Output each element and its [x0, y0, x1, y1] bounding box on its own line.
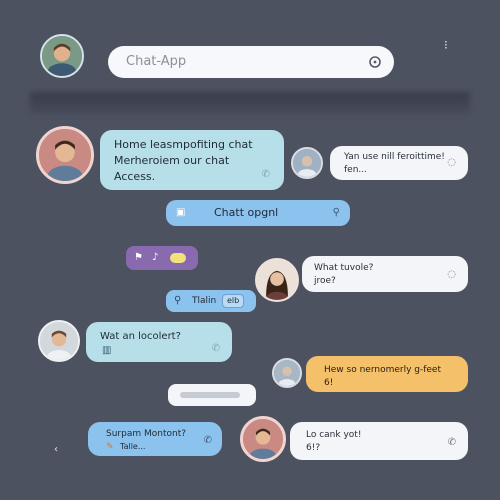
message-text-line: Lo cank yot! [306, 430, 362, 440]
call-icon[interactable]: ✆ [212, 342, 220, 356]
audio-icon: ♪ [152, 252, 159, 263]
message-bubble[interactable]: Hew so nernomerly g-feet 6! [306, 356, 468, 392]
message-text-line: Merheroiem our chat [114, 154, 230, 167]
message-bubble[interactable]: Wat an locolert? ▥ ✆ [86, 322, 232, 362]
message-bubble[interactable]: Surpam Montont? ✎ Talle... ✆ [88, 422, 222, 456]
call-icon[interactable]: ✆ [262, 168, 270, 182]
message-bubble[interactable]: What tuvole? jroe? ◌ [302, 256, 468, 292]
typing-indicator [180, 392, 240, 398]
contact-avatar[interactable] [38, 320, 80, 362]
message-text: Hew so nernomerly g-feet [324, 365, 441, 375]
search-icon: ⚲ [174, 295, 182, 306]
message-text-line: fen... [344, 165, 367, 175]
message-text-line: Yan use nill feroittime! [344, 152, 445, 162]
message-text-line: Surpam Montont? [106, 429, 186, 439]
message-bubble[interactable]: ▣ Chatt opgnl ⚲ [166, 200, 350, 226]
call-icon[interactable]: ✆ [204, 434, 212, 448]
header-divider [30, 92, 470, 114]
search-placeholder: Chat-App [126, 54, 187, 69]
message-text: Tlalin [192, 296, 217, 306]
search-icon[interactable] [368, 54, 382, 68]
edit-icon: ✎ [106, 442, 114, 452]
message-bubble[interactable]: Yan use nill feroittime! fen... ◌ [330, 146, 468, 180]
chart-icon: ▥ [102, 345, 112, 356]
message-text: Chatt opgnl [214, 206, 279, 219]
more-menu-icon[interactable]: ⁝ [444, 38, 448, 52]
message-bubble[interactable]: Home leasmpofiting chat Merheroiem our c… [100, 130, 284, 190]
message-bubble[interactable] [168, 384, 256, 406]
search-icon[interactable]: ⚲ [333, 206, 340, 220]
call-icon[interactable]: ✆ [448, 436, 456, 450]
message-icon[interactable]: ◌ [447, 156, 456, 170]
message-icon[interactable]: ◌ [447, 268, 456, 282]
back-arrow-icon[interactable]: ‹ [54, 444, 58, 455]
message-bubble[interactable]: Lo cank yot! 6!? ✆ [290, 422, 468, 460]
message-bubble[interactable]: ⚲ Tlalin elb [166, 290, 256, 312]
message-text-line: Talle... [120, 442, 146, 451]
contact-avatar[interactable] [291, 147, 323, 179]
message-text-line: 6!? [306, 443, 321, 453]
cloud-icon [170, 253, 186, 263]
contact-avatar[interactable] [255, 258, 299, 302]
user-avatar[interactable] [40, 34, 84, 78]
message-text-line: Home leasmpofiting chat [114, 138, 253, 151]
message-bubble[interactable]: ⚑ ♪ [126, 246, 198, 270]
message-text-line: Access. [114, 170, 156, 183]
image-icon: ▣ [176, 207, 186, 218]
contact-avatar[interactable] [36, 126, 94, 184]
flag-icon: ⚑ [134, 252, 143, 263]
message-text-line: jroe? [314, 276, 336, 286]
message-text-line: What tuvole? [314, 263, 374, 273]
search-bar[interactable]: Chat-App [108, 46, 394, 78]
status-badge: elb [222, 294, 245, 308]
contact-avatar[interactable] [240, 416, 286, 462]
message-text-line: 6! [324, 378, 334, 388]
contact-avatar[interactable] [272, 358, 302, 388]
message-text: Wat an locolert? [100, 331, 181, 342]
